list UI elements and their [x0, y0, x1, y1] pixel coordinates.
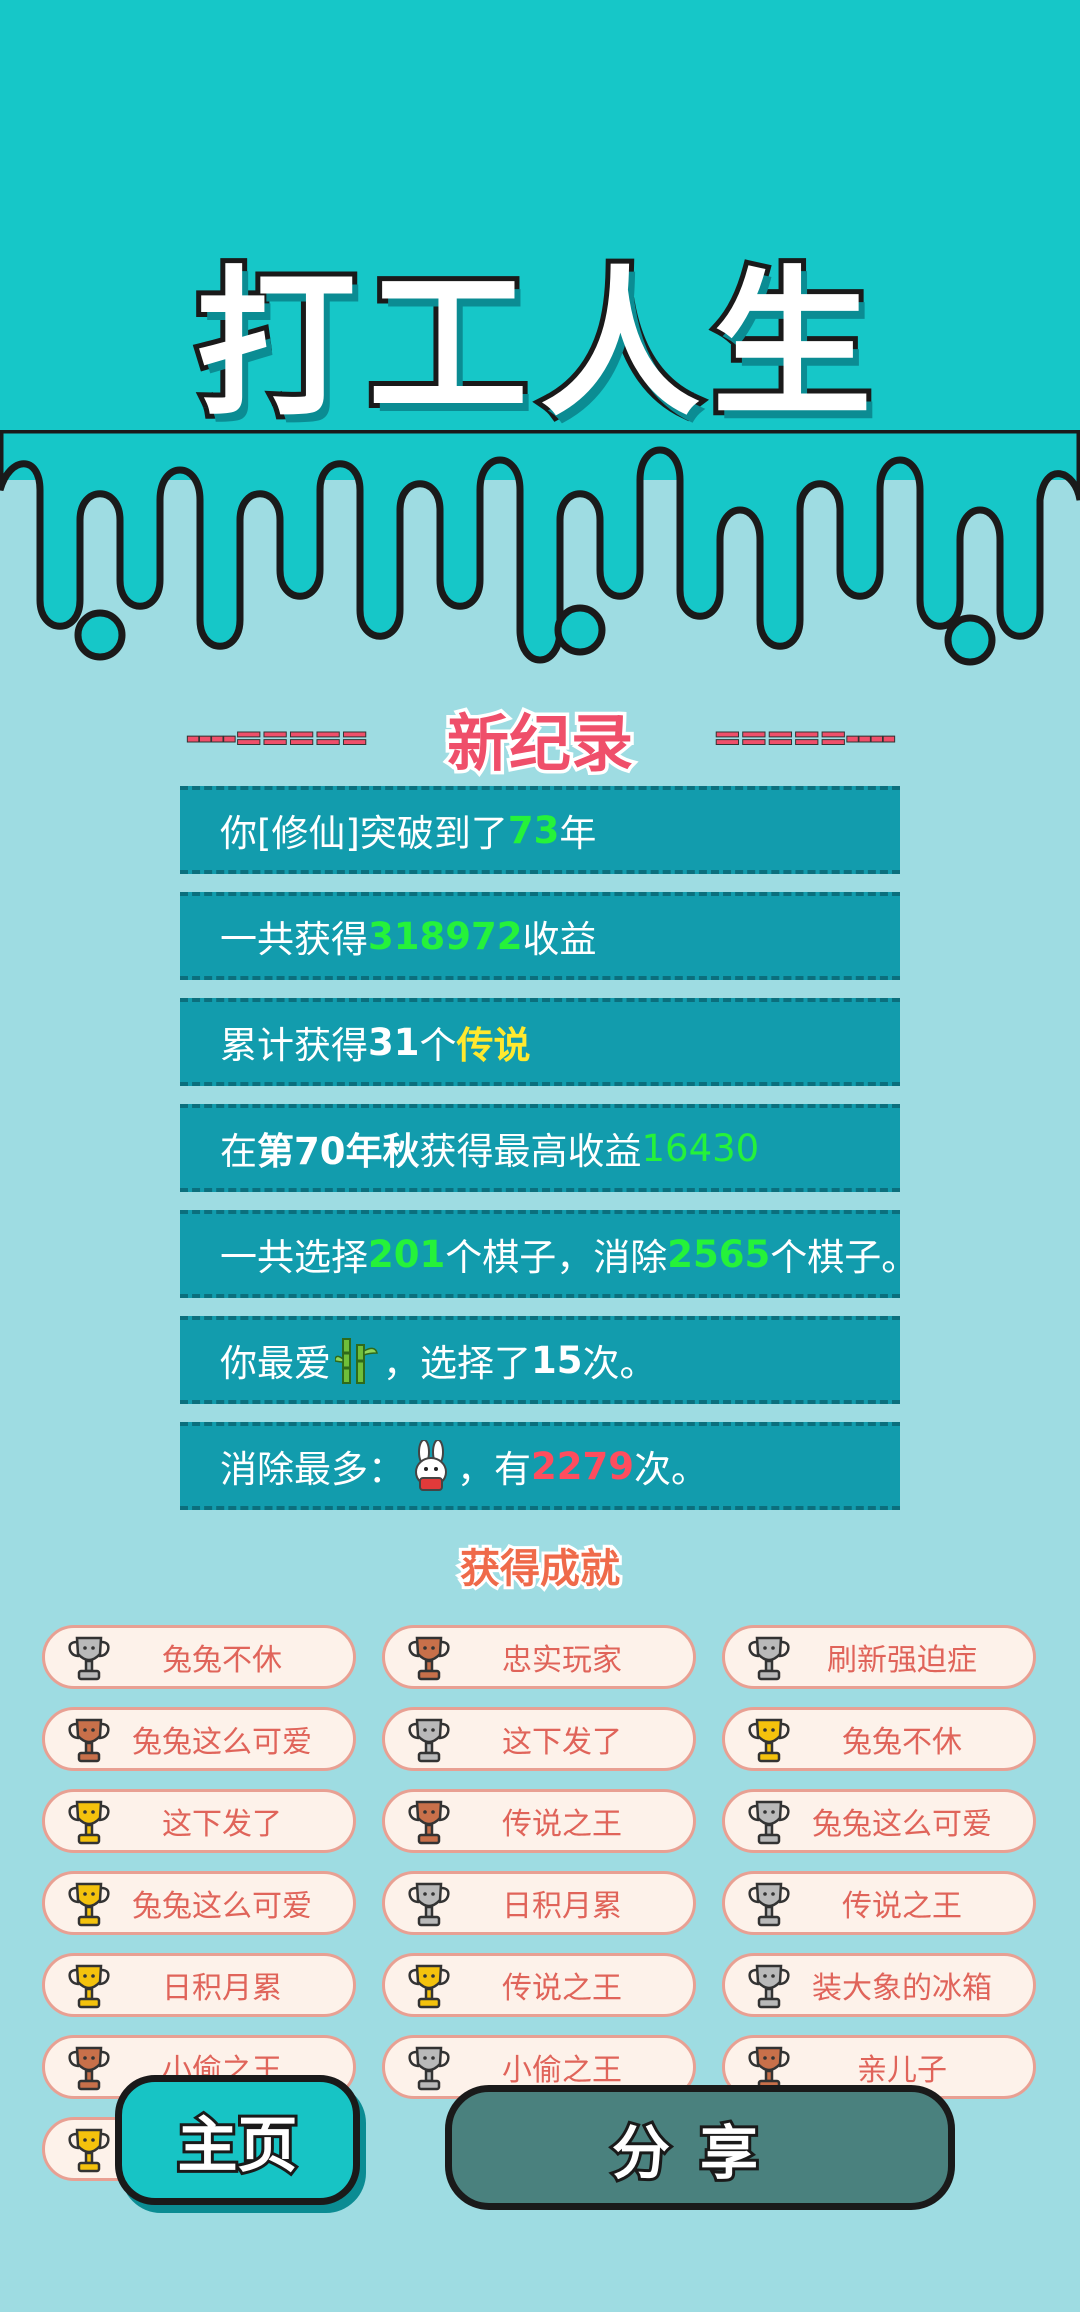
legend-label: 传说 — [456, 1024, 531, 1067]
stat-text: 个 — [419, 1024, 457, 1067]
stat-value: 15 — [531, 1338, 583, 1382]
stat-value: 73 — [507, 808, 560, 852]
stat-text: ，有 — [457, 1448, 531, 1491]
stat-value: 201 — [368, 1232, 446, 1276]
achievement-badge[interactable]: 兔兔这么可爱 — [42, 1871, 356, 1935]
trophy-icon — [68, 1964, 110, 2009]
achievement-badge[interactable]: 传说之王 — [382, 1953, 696, 2017]
trophy-icon — [748, 1718, 790, 1763]
trophy-icon — [68, 1882, 110, 1927]
heading-dash-right: =====---- — [712, 717, 897, 759]
trophy-icon — [68, 1718, 110, 1763]
trophy-icon — [408, 1636, 450, 1681]
game-title: 打工人生 — [191, 246, 884, 443]
achievement-badge[interactable]: 忠实玩家 — [382, 1625, 696, 1689]
stat-text: 累计获得 — [220, 1024, 368, 1067]
stat-text: 年 — [559, 812, 597, 855]
stat-text: 获得最高收益 — [419, 1130, 642, 1173]
trophy-icon — [748, 1636, 790, 1681]
new-record-heading: ----===== 新纪录 =====---- — [185, 700, 897, 784]
achievement-badge[interactable]: 日积月累 — [42, 1953, 356, 2017]
stat-row-income: 一共获得 318972 收益 — [180, 892, 900, 980]
stat-text: 个棋子。 — [770, 1236, 919, 1279]
achievement-badge[interactable]: 兔兔不休 — [722, 1707, 1036, 1771]
trophy-icon — [748, 1964, 790, 2009]
stat-text: 一共选择 — [220, 1236, 368, 1279]
stat-text: ，选择了 — [383, 1342, 531, 1385]
stat-text: 你最爱 — [220, 1342, 331, 1385]
stat-season: 第70年秋 — [257, 1130, 420, 1173]
achievement-badge[interactable]: 日积月累 — [382, 1871, 696, 1935]
stat-text: 个棋子，消除 — [445, 1236, 668, 1279]
achievement-badge[interactable]: 装大象的冰箱 — [722, 1953, 1036, 2017]
stat-text: 一共获得 — [220, 918, 368, 961]
achievement-badge[interactable]: 兔兔不休 — [42, 1625, 356, 1689]
trophy-icon — [408, 1882, 450, 1927]
trophy-icon — [408, 1800, 450, 1845]
stat-value: 2565 — [667, 1232, 771, 1276]
trophy-icon — [68, 2128, 110, 2173]
drip-decoration — [0, 430, 1080, 666]
stat-row-most-eliminated: 消除最多： ，有 2279 次。 — [180, 1422, 900, 1510]
stat-row-cultivation: 你[修仙]突破到了 73 年 — [180, 786, 900, 874]
trophy-icon — [408, 2046, 450, 2091]
heading-dash-left: ----===== — [185, 717, 370, 759]
achievement-badge[interactable]: 刷新强迫症 — [722, 1625, 1036, 1689]
trophy-icon — [408, 1718, 450, 1763]
home-button[interactable]: 主页 — [115, 2075, 360, 2205]
achievement-badge[interactable]: 传说之王 — [382, 1789, 696, 1853]
stat-row-highest-income: 在 第70年秋 获得最高收益 16430 — [180, 1104, 900, 1192]
stat-row-legend: 累计获得 31 个传说 — [180, 998, 900, 1086]
bamboo-icon — [335, 1338, 378, 1384]
stat-value: 2279 — [531, 1444, 634, 1488]
trophy-icon — [68, 1800, 110, 1845]
stat-row-pieces: 一共选择 201 个棋子，消除 2565 个棋子。 — [180, 1210, 918, 1298]
stat-text: 次。 — [582, 1342, 657, 1385]
stat-value: 318972 — [368, 914, 523, 958]
stat-text: 在 — [220, 1130, 257, 1173]
achievements-title: 获得成就 — [457, 1543, 623, 1595]
achievement-badge[interactable]: 兔兔这么可爱 — [42, 1707, 356, 1771]
achievement-badge[interactable]: 传说之王 — [722, 1871, 1036, 1935]
achievement-badge[interactable]: 这下发了 — [382, 1707, 696, 1771]
share-button[interactable]: 分享 — [445, 2085, 955, 2210]
trophy-icon — [68, 2046, 110, 2091]
stat-value: 16430 — [641, 1126, 760, 1170]
trophy-icon — [68, 1636, 110, 1681]
stat-text: 次。 — [633, 1448, 708, 1491]
achievement-badge[interactable]: 这下发了 — [42, 1789, 356, 1853]
stat-value: 31 — [368, 1020, 420, 1064]
achievement-badge[interactable]: 兔兔这么可爱 — [722, 1789, 1036, 1853]
rabbit-icon — [415, 1440, 447, 1491]
trophy-icon — [748, 1800, 790, 1845]
stat-text: 收益 — [522, 918, 597, 961]
stat-text: 你[修仙]突破到了 — [220, 812, 508, 855]
stat-row-favorite: 你最爱 ，选择了 15 次。 — [180, 1316, 900, 1404]
new-record-title: 新纪录 — [443, 704, 636, 784]
trophy-icon — [408, 1964, 450, 2009]
trophy-icon — [748, 1882, 790, 1927]
stat-text: 消除最多： — [220, 1448, 405, 1491]
